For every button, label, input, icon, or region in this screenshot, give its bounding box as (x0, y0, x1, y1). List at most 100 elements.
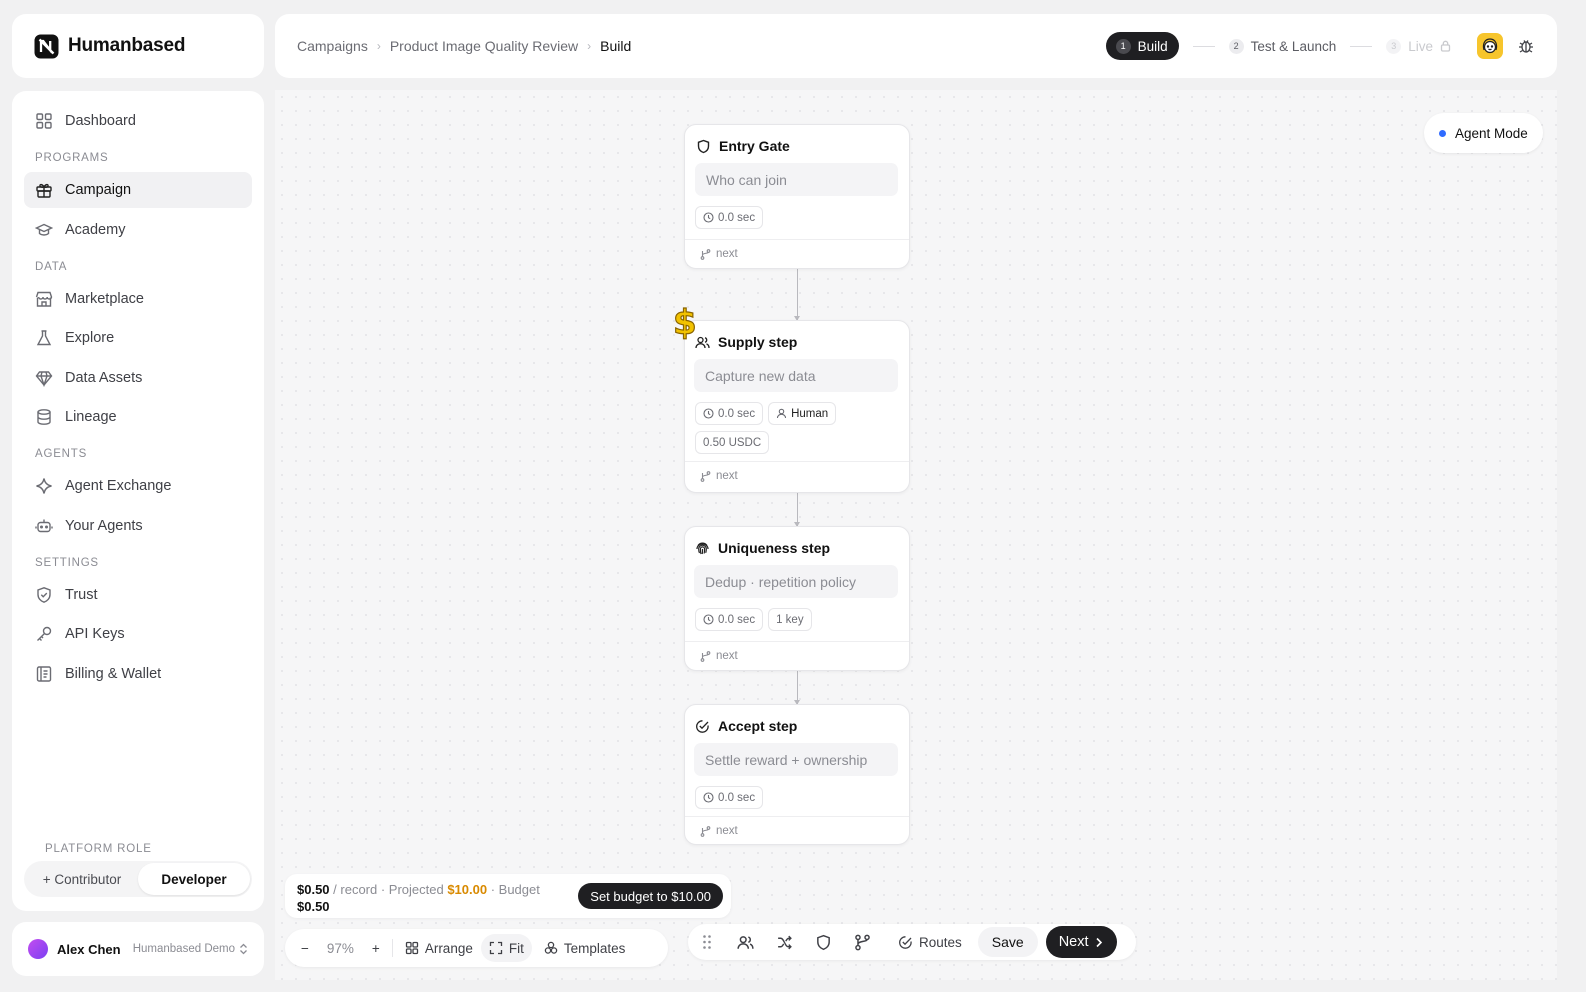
dollar-sign-icon: $ (672, 303, 697, 343)
sidebar-item-explore[interactable]: Explore (24, 320, 252, 356)
step-number: 2 (1228, 38, 1244, 54)
shuffle-icon[interactable] (765, 934, 804, 951)
branch-icon (700, 248, 711, 260)
store-icon (35, 290, 53, 308)
user-card[interactable]: Alex Chen Humanbased Demo (12, 922, 264, 976)
sidebar-item-label: Trust (65, 586, 98, 603)
node-input[interactable]: Dedup · repetition policy (694, 565, 898, 598)
graduation-cap-icon (35, 221, 53, 239)
fit-screen-icon (489, 941, 503, 955)
action-toolbar: Routes Save Next (688, 924, 1136, 960)
clock-icon (703, 792, 714, 803)
set-budget-button[interactable]: Set budget to $10.00 (578, 883, 723, 909)
stepper: 1 Build 2 Test & Launch 3 Live (1105, 32, 1535, 60)
bug-icon[interactable] (1517, 37, 1535, 55)
projected-cost: $10.00 (447, 882, 488, 897)
sidebar-item-api-keys[interactable]: API Keys (24, 616, 252, 652)
step-divider (1192, 45, 1215, 47)
flow-connector (794, 493, 800, 527)
branch-icon[interactable] (843, 934, 882, 951)
user-avatar[interactable] (1477, 33, 1503, 59)
step-live: 3 Live (1386, 38, 1451, 54)
actor-chip[interactable]: Human (768, 402, 837, 425)
sidebar-item-agent-exchange[interactable]: Agent Exchange (24, 468, 252, 504)
node-supply-step[interactable]: Supply step Capture new data 0.0 sec Hum… (684, 320, 910, 493)
next-label: next (716, 825, 738, 837)
time-value: 0.0 sec (718, 613, 756, 626)
routes-button[interactable]: Routes (898, 935, 962, 950)
save-button[interactable]: Save (977, 927, 1038, 957)
flow-canvas[interactable] (275, 90, 1557, 980)
role-contributor-button[interactable]: + Contributor (26, 863, 138, 895)
sidebar-item-data-assets[interactable]: Data Assets (24, 360, 252, 396)
budget-summary: $0.50 / record · Projected $10.00 · Budg… (297, 881, 569, 915)
step-test-launch[interactable]: 2 Test & Launch (1228, 38, 1337, 54)
templates-label: Templates (563, 940, 626, 956)
step-label: Test & Launch (1250, 38, 1337, 54)
fit-button[interactable]: Fit (480, 934, 532, 962)
agent-mode-toggle[interactable]: Agent Mode (1424, 113, 1543, 153)
node-uniqueness-step[interactable]: Uniqueness step Dedup · repetition polic… (684, 526, 910, 671)
arrange-button[interactable]: Arrange (397, 934, 481, 962)
sidebar-item-marketplace[interactable]: Marketplace (24, 281, 252, 317)
sidebar-item-lineage[interactable]: Lineage (24, 399, 252, 435)
logo-card[interactable]: Humanbased (12, 14, 264, 78)
breadcrumb-campaign-name[interactable]: Product Image Quality Review (390, 38, 578, 54)
sidebar-item-label: Dashboard (65, 113, 136, 129)
budget-label: · Budget (487, 882, 540, 897)
node-next-route[interactable]: next (685, 816, 909, 845)
chevron-right-icon: › (376, 39, 381, 53)
node-accept-step[interactable]: Accept step Settle reward + ownership 0.… (684, 704, 910, 845)
sidebar-item-label: Lineage (65, 409, 117, 425)
node-entry-gate[interactable]: Entry Gate Who can join 0.0 sec next (684, 124, 910, 269)
node-next-route[interactable]: next (685, 239, 909, 268)
node-input[interactable]: Settle reward + ownership (694, 743, 898, 776)
top-bar: Campaigns › Product Image Quality Review… (275, 14, 1557, 78)
node-title: Entry Gate (719, 138, 790, 154)
breadcrumb-campaigns[interactable]: Campaigns (297, 38, 368, 54)
role-developer-button[interactable]: Developer (138, 863, 250, 895)
node-input[interactable]: Who can join (695, 163, 898, 196)
budget-value: $0.50 (297, 899, 330, 914)
chevron-right-icon (1095, 937, 1103, 948)
org-switcher[interactable]: Humanbased Demo (133, 943, 248, 955)
node-input[interactable]: Capture new data (694, 359, 898, 392)
step-number: 1 (1115, 38, 1131, 54)
sparkle-icon (35, 477, 53, 495)
node-next-route[interactable]: next (685, 641, 909, 670)
shield-check-icon (35, 586, 53, 604)
sidebar-item-dashboard[interactable]: Dashboard (24, 103, 252, 139)
zoom-level: 97% (326, 940, 354, 956)
drag-handle-icon[interactable] (698, 934, 716, 950)
users-icon[interactable] (726, 934, 765, 951)
templates-button[interactable]: Templates (536, 934, 634, 962)
price-chip[interactable]: 0.50 USDC (695, 431, 770, 454)
zoom-out-button[interactable]: − (293, 934, 317, 962)
brand-name: Humanbased (68, 35, 186, 56)
sidebar-item-trust[interactable]: Trust (24, 577, 252, 613)
zoom-in-button[interactable]: + (364, 934, 388, 962)
database-icon (35, 408, 53, 426)
chevron-up-down-icon (239, 943, 248, 955)
next-label: Next (1058, 934, 1089, 950)
time-value: 0.0 sec (718, 791, 756, 804)
sidebar-item-campaign[interactable]: Campaign (24, 172, 252, 208)
step-build[interactable]: 1 Build (1105, 32, 1179, 60)
receipt-icon (35, 665, 53, 683)
sidebar-item-your-agents[interactable]: Your Agents (24, 508, 252, 544)
sidebar-item-academy[interactable]: Academy (24, 212, 252, 248)
platform-role: PLATFORM ROLE + Contributor Developer (24, 843, 252, 897)
shield-icon[interactable] (804, 934, 843, 951)
fingerprint-icon (695, 541, 710, 556)
clock-icon (703, 614, 714, 625)
sidebar-item-label: Academy (65, 221, 126, 238)
next-button[interactable]: Next (1045, 926, 1117, 958)
sidebar-item-billing-wallet[interactable]: Billing & Wallet (24, 656, 252, 692)
time-value: 0.0 sec (718, 407, 756, 420)
node-next-route[interactable]: next (685, 461, 909, 490)
key-chip[interactable]: 1 key (768, 608, 812, 631)
user-icon (776, 408, 787, 419)
agent-mode-label: Agent Mode (1455, 125, 1528, 141)
clock-icon (703, 212, 714, 223)
lock-icon (1440, 40, 1451, 52)
